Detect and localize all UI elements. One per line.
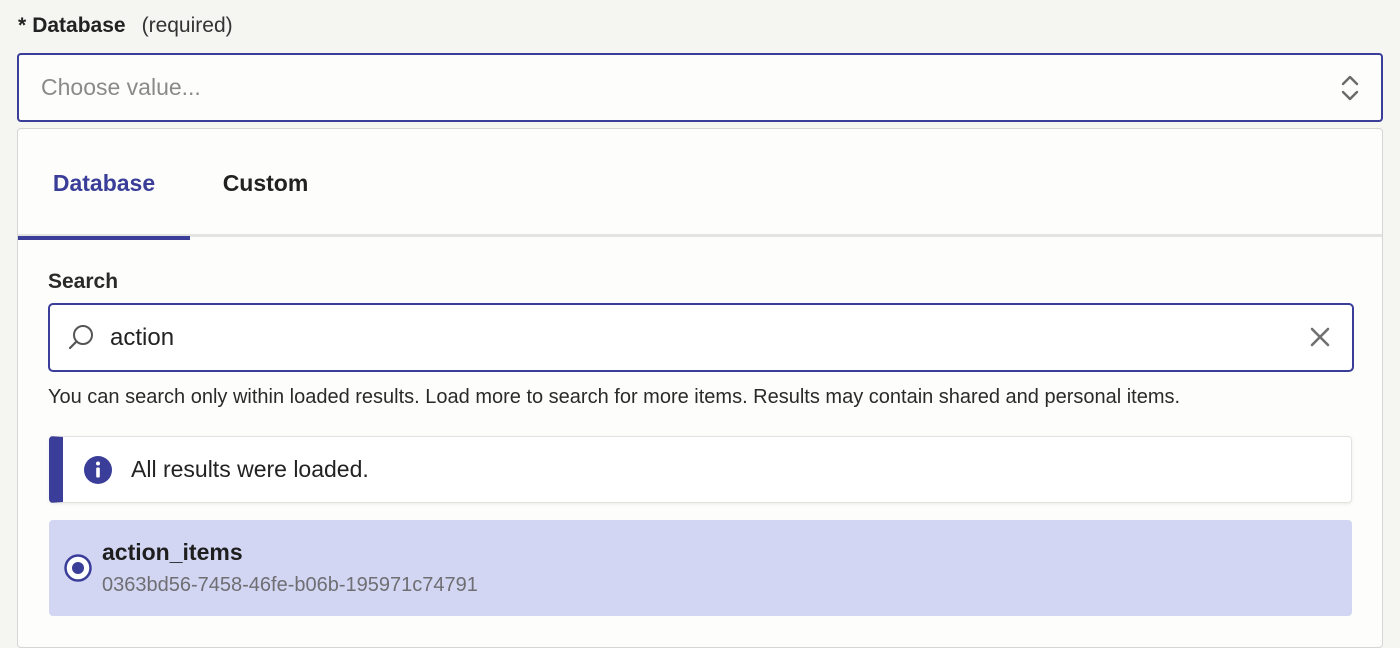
info-icon — [84, 456, 112, 484]
search-field[interactable] — [48, 303, 1354, 372]
select-placeholder: Choose value... — [41, 74, 201, 100]
search-helper-text: You can search only within loaded result… — [48, 386, 1181, 408]
database-select[interactable]: Choose value... — [17, 53, 1383, 122]
search-label: Search — [48, 270, 119, 293]
tab-bar: Database Custom — [18, 129, 1382, 240]
active-tab-indicator — [18, 236, 190, 240]
database-field-label: * Database (required) — [18, 14, 233, 38]
info-banner-text: All results were loaded. — [131, 456, 369, 482]
tab-custom[interactable]: Custom — [203, 129, 328, 237]
tab-database-label: Database — [52, 169, 156, 196]
search-input[interactable] — [110, 305, 1270, 370]
required-asterisk: * — [18, 14, 27, 37]
updown-chevron-icon — [1341, 75, 1359, 101]
option-title: action_items — [102, 539, 243, 565]
search-icon — [68, 325, 93, 350]
required-text: (required) — [141, 14, 233, 37]
option-id: 0363bd56-7458-46fe-b06b-195971c74791 — [102, 574, 478, 596]
tab-custom-label: Custom — [222, 169, 309, 196]
info-banner: All results were loaded. — [49, 436, 1352, 503]
database-dropdown: Database Custom Search You can search on… — [17, 128, 1383, 648]
clear-icon[interactable] — [1308, 325, 1332, 349]
field-label-text: Database — [32, 14, 126, 37]
tab-database[interactable]: Database — [18, 129, 190, 240]
radio-selected-icon[interactable] — [63, 553, 93, 583]
result-option[interactable]: action_items 0363bd56-7458-46fe-b06b-195… — [49, 520, 1352, 616]
